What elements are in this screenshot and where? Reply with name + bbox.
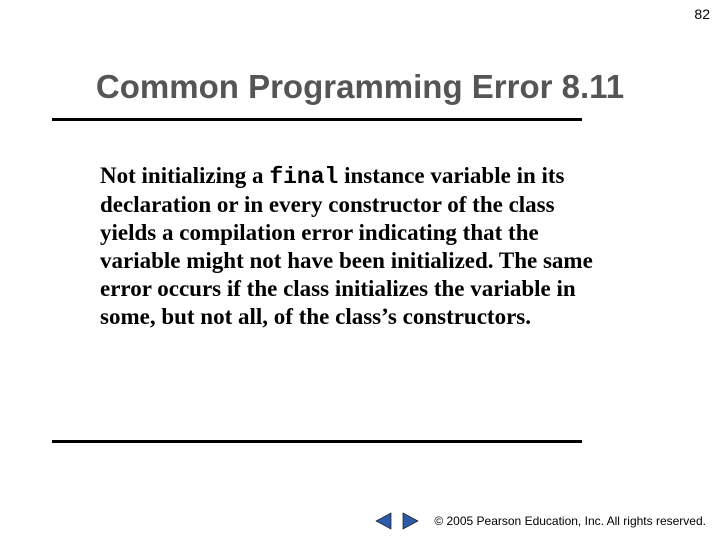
divider-bottom (52, 440, 582, 443)
prev-slide-icon[interactable] (374, 512, 394, 530)
code-keyword-final: final (269, 164, 338, 190)
next-slide-icon[interactable] (400, 512, 420, 530)
body-text: Not initializing a final instance variab… (100, 162, 600, 331)
footer: © 2005 Pearson Education, Inc. All right… (374, 512, 706, 530)
slide-nav (374, 512, 420, 530)
copyright-text: © 2005 Pearson Education, Inc. All right… (434, 514, 706, 528)
page-number: 82 (694, 6, 710, 22)
divider-top (52, 118, 582, 121)
body-text-part-1: Not initializing a (100, 163, 269, 188)
slide-heading: Common Programming Error 8.11 (0, 68, 720, 106)
